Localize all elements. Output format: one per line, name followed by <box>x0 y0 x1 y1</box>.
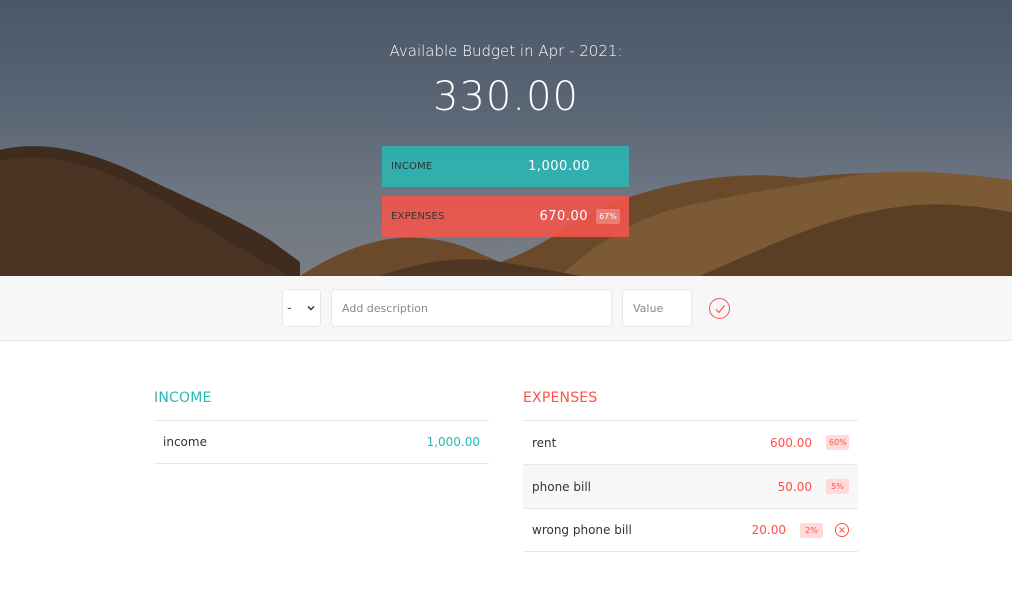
budget-header: Available Budget in Apr - 2021: 330.00 I… <box>0 0 1012 276</box>
item-value: 1,000.00 <box>426 435 480 449</box>
income-list-title: Income <box>154 390 212 406</box>
item-value: 600.00 <box>770 435 812 450</box>
type-select-value: - <box>287 300 292 316</box>
type-select[interactable]: - <box>282 289 321 327</box>
item-description: rent <box>532 435 557 450</box>
expense-item[interactable]: rent 600.00 60% <box>523 420 858 464</box>
budget-title: Available Budget in Apr - 2021: <box>389 42 623 60</box>
item-percentage-badge: 2% <box>800 522 823 538</box>
item-value: 50.00 <box>777 479 812 494</box>
item-description: phone bill <box>532 479 591 494</box>
income-summary-label: Income <box>391 161 433 172</box>
income-summary-value: 1,000.00 <box>528 159 590 174</box>
item-value: 20.00 <box>751 523 786 537</box>
add-item-form: - <box>0 276 1012 341</box>
add-item-button[interactable] <box>709 298 730 319</box>
value-input[interactable] <box>622 289 692 327</box>
expense-item[interactable]: wrong phone bill 20.00 2% <box>523 508 858 552</box>
description-input[interactable] <box>331 289 612 327</box>
income-summary: Income 1,000.00 <box>382 146 629 187</box>
item-percentage-badge: 60% <box>826 435 849 450</box>
income-item[interactable]: income 1,000.00 <box>154 420 489 464</box>
close-icon <box>839 527 845 533</box>
chevron-down-icon <box>307 306 315 311</box>
checkmark-icon <box>715 304 725 313</box>
income-list: Income income 1,000.00 <box>154 390 489 464</box>
item-percentage-badge: 5% <box>826 479 849 494</box>
expenses-summary: Expenses 670.00 67% <box>382 196 629 237</box>
expenses-list: Expenses rent 600.00 60% phone bill 50.0… <box>523 390 858 552</box>
delete-item-button[interactable] <box>835 523 849 537</box>
expense-item[interactable]: phone bill 50.00 5% <box>523 464 858 508</box>
expenses-percentage-badge: 67% <box>596 209 620 224</box>
item-description: income <box>163 435 207 449</box>
expenses-summary-label: Expenses <box>391 211 445 222</box>
item-description: wrong phone bill <box>532 523 632 537</box>
available-budget-value: 330.00 <box>433 74 579 120</box>
expenses-list-title: Expenses <box>523 390 598 406</box>
expenses-summary-value: 670.00 <box>539 209 588 224</box>
